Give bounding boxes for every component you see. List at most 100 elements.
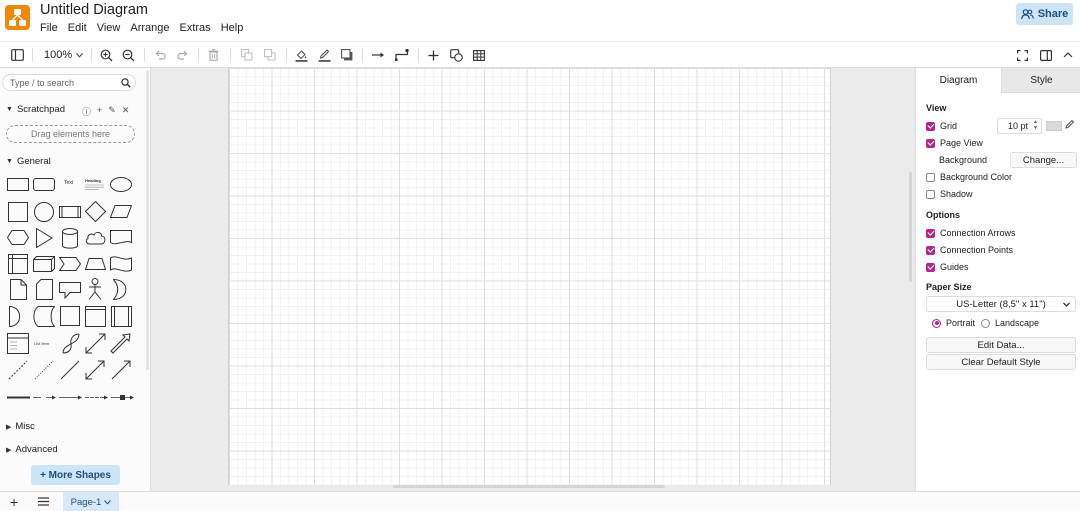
paper-size-select[interactable]: US-Letter (8,5" x 11") bbox=[926, 296, 1076, 312]
shape-internal-storage[interactable] bbox=[8, 254, 28, 274]
insert-plus-icon[interactable] bbox=[428, 47, 439, 63]
more-shapes-button[interactable]: + More Shapes bbox=[31, 465, 120, 485]
shape-container[interactable] bbox=[85, 306, 106, 327]
sidebar-scrollbar[interactable] bbox=[146, 70, 149, 370]
shape-search-input[interactable] bbox=[10, 76, 120, 89]
shape-rectangle[interactable] bbox=[7, 178, 29, 191]
scratchpad-header[interactable]: ▼ Scratchpad bbox=[6, 104, 65, 115]
shape-ellipse[interactable] bbox=[110, 177, 132, 192]
shape-trapezoid[interactable] bbox=[85, 258, 106, 270]
shape-actor[interactable] bbox=[88, 278, 102, 300]
redo-icon[interactable] bbox=[177, 47, 189, 63]
zoom-in-icon[interactable] bbox=[100, 47, 113, 63]
pages-menu-icon[interactable] bbox=[38, 497, 49, 506]
connection-arrows-checkbox[interactable] bbox=[926, 228, 935, 238]
connection-arrow-icon[interactable] bbox=[372, 47, 385, 63]
line-color-icon[interactable] bbox=[318, 47, 331, 63]
shape-list[interactable] bbox=[7, 333, 29, 354]
horizontal-scrollbar[interactable] bbox=[393, 485, 665, 488]
format-panel-toggle-icon[interactable] bbox=[1040, 47, 1052, 63]
help-icon[interactable]: ⓘ bbox=[82, 105, 91, 118]
shape-document[interactable] bbox=[110, 230, 132, 245]
connection-points-option[interactable]: Connection Points bbox=[926, 245, 1013, 255]
shape-card[interactable] bbox=[36, 279, 53, 300]
diagram-page-grid[interactable] bbox=[228, 68, 831, 485]
shape-arrow[interactable] bbox=[110, 333, 131, 354]
table-icon[interactable] bbox=[473, 47, 485, 63]
menu-arrange[interactable]: Arrange bbox=[130, 22, 169, 34]
shape-delay[interactable] bbox=[9, 306, 25, 327]
shape-text[interactable]: Text bbox=[64, 180, 73, 186]
background-color-checkbox[interactable] bbox=[926, 172, 935, 182]
shape-list-item[interactable]: List Item bbox=[34, 341, 49, 346]
shape-cube[interactable] bbox=[33, 256, 55, 272]
shape-link-connector[interactable] bbox=[111, 394, 134, 401]
shape-bidirectional-arrow[interactable] bbox=[85, 333, 106, 354]
shape-step[interactable] bbox=[59, 257, 81, 271]
toggle-sidebar-icon[interactable] bbox=[11, 47, 24, 63]
shape-curve[interactable] bbox=[62, 333, 80, 354]
add-icon[interactable]: + bbox=[97, 105, 102, 118]
guides-checkbox[interactable] bbox=[926, 262, 935, 272]
connection-points-checkbox[interactable] bbox=[926, 245, 935, 255]
menu-extras[interactable]: Extras bbox=[180, 22, 211, 34]
zoom-out-icon[interactable] bbox=[122, 47, 135, 63]
shape-cloud[interactable] bbox=[85, 231, 106, 245]
grid-option[interactable]: Grid bbox=[926, 121, 957, 131]
tab-diagram[interactable]: Diagram bbox=[916, 68, 1001, 93]
shape-dotted-line[interactable] bbox=[34, 360, 54, 380]
undo-icon[interactable] bbox=[154, 47, 166, 63]
vertical-scrollbar[interactable] bbox=[909, 172, 912, 282]
misc-header[interactable]: ▶ Misc bbox=[6, 421, 35, 432]
shape-process[interactable] bbox=[59, 206, 81, 218]
connection-arrows-option[interactable]: Connection Arrows bbox=[926, 228, 1016, 238]
shape-line[interactable] bbox=[60, 360, 80, 380]
edit-data-button[interactable]: Edit Data... bbox=[926, 337, 1076, 353]
menu-file[interactable]: File bbox=[40, 22, 58, 34]
shape-link-label-2[interactable] bbox=[59, 395, 82, 400]
diagram-title[interactable]: Untitled Diagram bbox=[40, 2, 148, 18]
shape-dashed-line[interactable] bbox=[8, 360, 28, 380]
change-background-button[interactable]: Change... bbox=[1010, 152, 1077, 168]
shape-square-2[interactable] bbox=[60, 306, 80, 326]
shape-circle[interactable] bbox=[34, 202, 54, 222]
menu-help[interactable]: Help bbox=[221, 22, 244, 34]
edit-pencil-icon[interactable]: ✎ bbox=[108, 105, 116, 118]
landscape-option[interactable]: Landscape bbox=[981, 318, 1039, 328]
scratchpad-drop-zone[interactable]: Drag elements here bbox=[6, 125, 135, 143]
search-icon[interactable] bbox=[121, 78, 131, 88]
page-view-checkbox[interactable] bbox=[926, 138, 935, 148]
edit-color-pencil-icon[interactable] bbox=[1065, 119, 1075, 129]
general-header[interactable]: ▼ General bbox=[6, 156, 51, 167]
shape-link-label-3[interactable] bbox=[85, 395, 108, 400]
shape-parallelogram[interactable] bbox=[110, 205, 132, 218]
shape-tape[interactable] bbox=[110, 255, 132, 273]
background-color-option[interactable]: Background Color bbox=[926, 172, 1012, 182]
portrait-radio[interactable] bbox=[932, 318, 941, 328]
grid-checkbox[interactable] bbox=[926, 121, 935, 131]
grid-color-swatch[interactable] bbox=[1046, 121, 1062, 131]
diagram-canvas-area[interactable] bbox=[151, 68, 915, 491]
shape-callout[interactable] bbox=[59, 282, 81, 299]
to-front-icon[interactable] bbox=[241, 47, 253, 63]
menu-edit[interactable]: Edit bbox=[68, 22, 87, 34]
fullscreen-icon[interactable] bbox=[1017, 47, 1028, 63]
grid-size-spinner-icon[interactable]: ▲ ▼ bbox=[1033, 119, 1038, 131]
shape-vertical-container[interactable] bbox=[111, 306, 132, 327]
fill-color-icon[interactable] bbox=[295, 47, 308, 63]
shape-directional-connector[interactable] bbox=[111, 360, 131, 380]
shape-square[interactable] bbox=[8, 202, 28, 222]
shape-hexagon[interactable] bbox=[7, 230, 29, 245]
add-page-icon[interactable]: + bbox=[10, 494, 18, 510]
to-back-icon[interactable] bbox=[264, 47, 276, 63]
shape-heading[interactable]: Heading bbox=[85, 178, 101, 183]
share-button[interactable]: Share bbox=[1016, 3, 1073, 25]
shadow-checkbox[interactable] bbox=[926, 189, 935, 199]
shape-cylinder[interactable] bbox=[62, 228, 78, 249]
shapes-icon[interactable] bbox=[450, 47, 463, 63]
portrait-option[interactable]: Portrait bbox=[932, 318, 975, 328]
shape-diamond[interactable] bbox=[85, 201, 106, 222]
collapse-chevron-up-icon[interactable] bbox=[1063, 47, 1073, 63]
shape-or[interactable] bbox=[113, 279, 129, 300]
guides-option[interactable]: Guides bbox=[926, 262, 969, 272]
